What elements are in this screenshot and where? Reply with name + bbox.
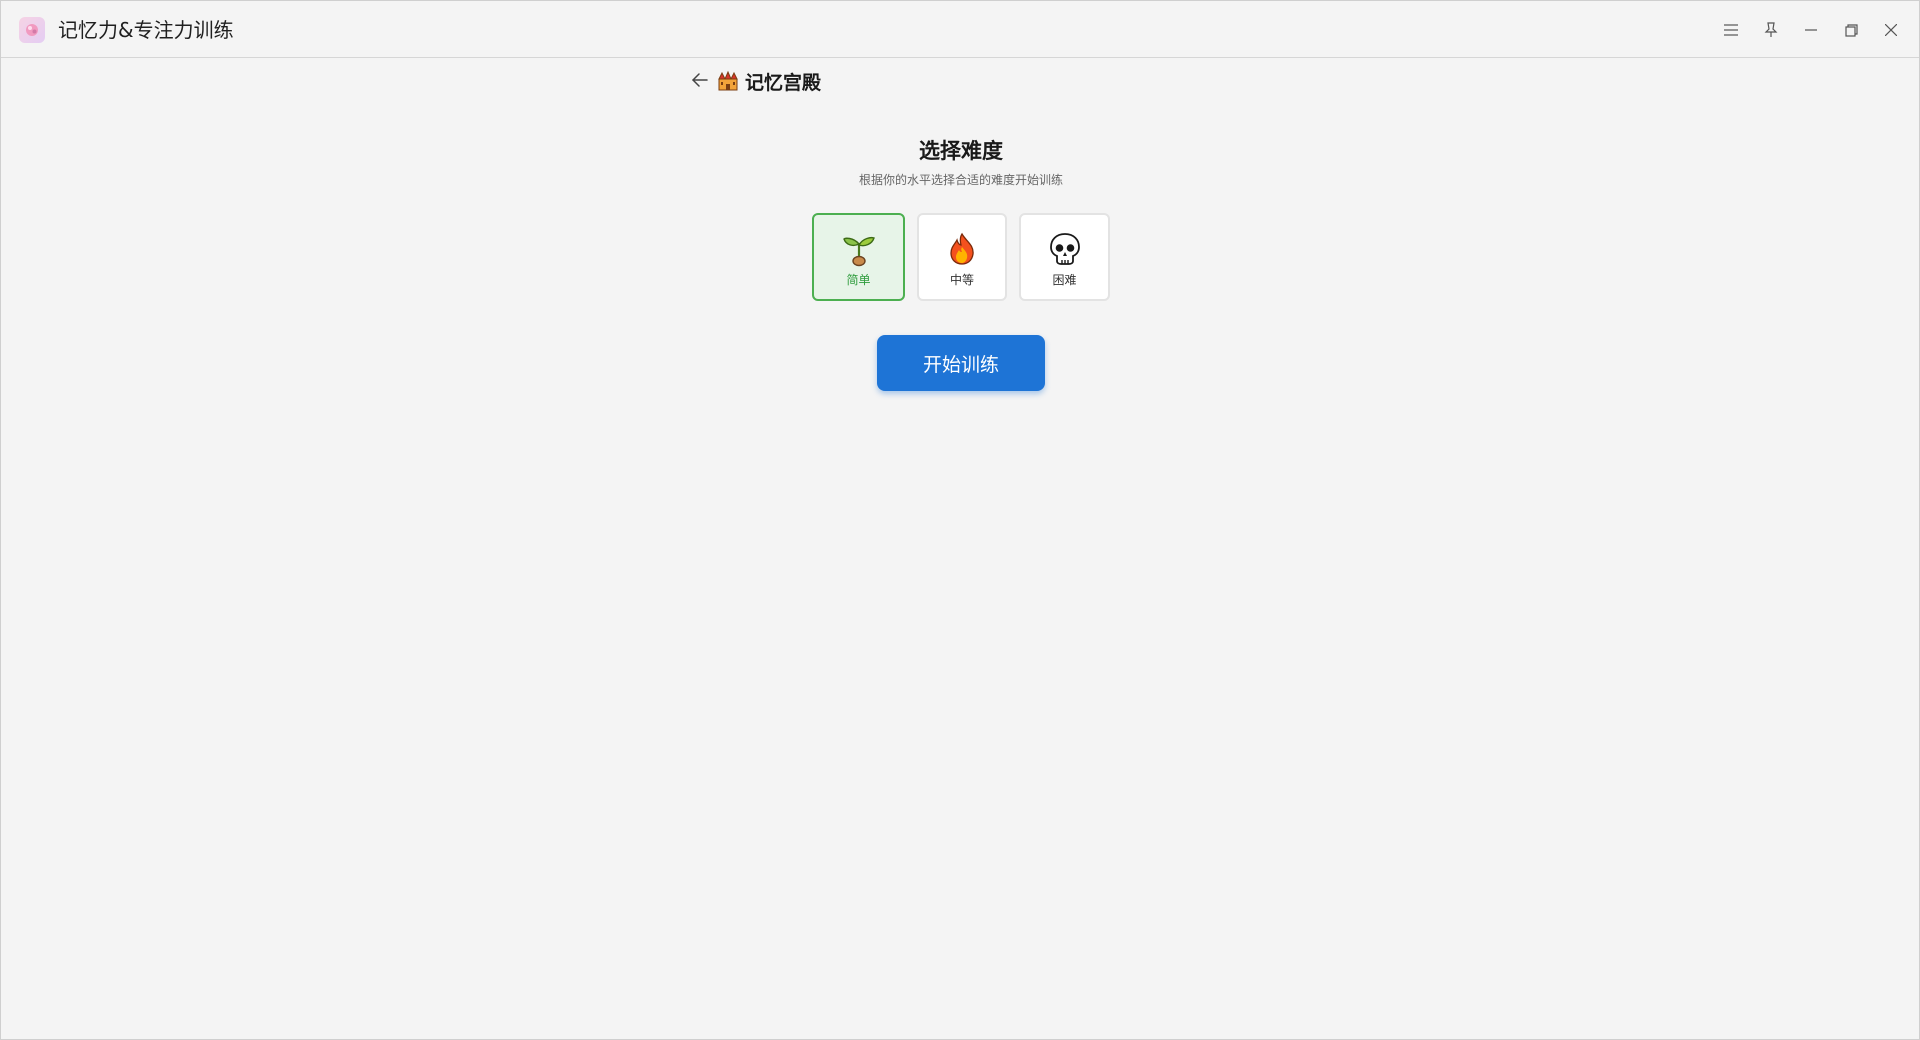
skull-icon: [1049, 233, 1080, 265]
minimize-icon[interactable]: [1798, 17, 1824, 43]
difficulty-option-easy[interactable]: 简单: [812, 213, 905, 301]
castle-icon: [718, 70, 738, 91]
difficulty-label-hard: 困难: [1052, 273, 1077, 287]
back-button[interactable]: [687, 67, 713, 93]
difficulty-label-medium: 中等: [949, 273, 974, 287]
fire-icon: [950, 232, 974, 265]
pin-icon[interactable]: [1758, 17, 1784, 43]
close-icon[interactable]: [1878, 17, 1904, 43]
app-logo-icon: [19, 17, 45, 43]
arrow-left-icon: [692, 73, 708, 87]
page-header: 记忆宫殿: [717, 67, 821, 95]
menu-icon[interactable]: [1718, 17, 1744, 43]
difficulty-option-hard[interactable]: 困难: [1019, 213, 1110, 301]
difficulty-title: 选择难度: [919, 139, 1003, 163]
difficulty-label-easy: 简单: [846, 273, 871, 287]
difficulty-option-medium[interactable]: 中等: [917, 213, 1007, 301]
title-bar: 记忆力&专注力训练: [1, 1, 1919, 58]
app-window: 记忆力&专注力训练 记忆宫殿 选择难度 根据你的水平选择合适的难度开始训练 简单…: [0, 0, 1920, 1040]
window-title: 记忆力&专注力训练: [58, 18, 234, 42]
maximize-icon[interactable]: [1838, 17, 1864, 43]
seedling-icon: [842, 236, 875, 267]
page-title: 记忆宫殿: [745, 71, 822, 94]
start-training-button[interactable]: 开始训练: [877, 335, 1045, 391]
difficulty-subtitle: 根据你的水平选择合适的难度开始训练: [858, 173, 1063, 187]
